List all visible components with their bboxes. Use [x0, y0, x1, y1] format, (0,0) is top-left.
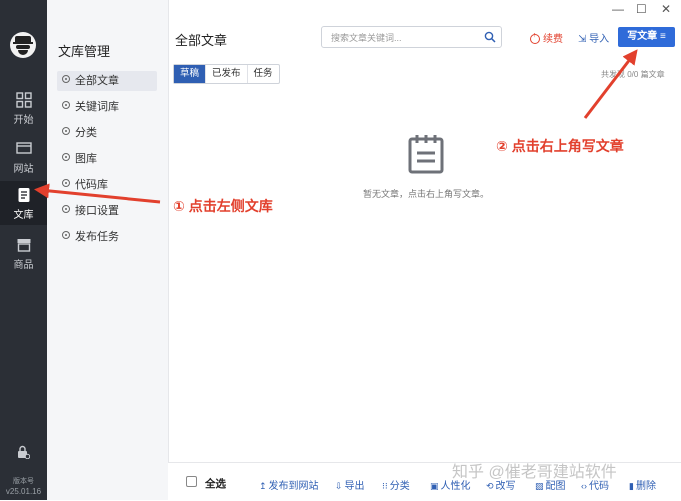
add-images-button[interactable]: ▨ 配图: [535, 477, 566, 492]
right-arrow: [583, 49, 638, 119]
sidebar-item-label: 关键词库: [75, 101, 119, 113]
import-button[interactable]: ⇲ 导入: [578, 30, 609, 45]
rail-item-label: 开始: [13, 115, 34, 126]
tab-tasks[interactable]: 任务: [248, 65, 279, 83]
rail-item-website[interactable]: 网站: [0, 135, 47, 179]
rail-item-label: 网站: [13, 164, 34, 175]
article-count: 共发现 0/0 篇文章: [601, 70, 665, 79]
sidebar-item-categories[interactable]: 分类: [57, 123, 157, 143]
lock-icon[interactable]: [16, 445, 30, 459]
rail-item-start[interactable]: 开始: [0, 86, 47, 130]
status-tabs: 草稿 已发布 任务: [173, 64, 280, 84]
humanize-button[interactable]: ▣ 人性化: [430, 477, 471, 492]
sidebar-item-label: 发布任务: [75, 231, 119, 243]
rail-item-label: 文库: [13, 210, 34, 221]
sidebar-item-all-articles[interactable]: 全部文章: [57, 71, 157, 91]
action-label: 人性化: [440, 481, 471, 492]
select-all-checkbox[interactable]: [186, 476, 197, 487]
sidebar-item-gallery[interactable]: 图库: [57, 149, 157, 169]
humanize-icon: ▣: [430, 481, 439, 491]
radio-dot-icon: [62, 153, 70, 161]
export-icon: ⇩: [335, 481, 343, 491]
close-button[interactable]: ✕: [661, 2, 671, 16]
radio-dot-icon: [62, 127, 70, 135]
radio-dot-icon: [62, 205, 70, 213]
app-rail: 开始 网站 文库 商品 版本号 v25.01.16: [0, 0, 47, 500]
trash-icon: ▮: [629, 481, 634, 491]
radio-dot-icon: [62, 231, 70, 239]
renew-label: 续费: [543, 34, 563, 45]
write-article-label: 写文章: [627, 31, 658, 42]
action-label: 改写: [495, 481, 516, 492]
tab-drafts[interactable]: 草稿: [174, 65, 207, 83]
category-icon: ⁝⁝: [382, 481, 388, 491]
publish-to-site-button[interactable]: ↥ 发布到网站: [259, 477, 319, 492]
sidebar-item-label: 分类: [75, 127, 97, 139]
grid-icon: [15, 92, 32, 108]
action-label: 导出: [344, 481, 365, 492]
lines-icon: ≡: [659, 31, 666, 42]
search-input[interactable]: [329, 28, 483, 48]
sidebar-item-publish-tasks[interactable]: 发布任务: [57, 227, 157, 247]
image-icon: ▨: [535, 481, 544, 491]
action-label: 配图: [545, 481, 566, 492]
bulk-action-bar: 全选 ↥ 发布到网站 ⇩ 导出 ⁝⁝ 分类 ▣ 人性化 ⟲ 改写 ▨ 配图 ‹› 代码 ▮ 删除: [168, 462, 681, 501]
sidebar-item-label: 全部文章: [75, 75, 119, 87]
app-logo: [10, 32, 36, 58]
tab-published[interactable]: 已发布: [206, 65, 248, 83]
rewrite-icon: ⟲: [486, 481, 494, 491]
renew-button[interactable]: 续费: [530, 30, 563, 45]
minimize-button[interactable]: —: [612, 2, 624, 16]
code-button[interactable]: ‹› 代码: [581, 477, 609, 492]
rail-item-library[interactable]: 文库: [0, 181, 47, 225]
select-all-label: 全选: [205, 478, 226, 490]
delete-button[interactable]: ▮ 删除: [629, 477, 656, 492]
publish-icon: ↥: [259, 481, 267, 491]
store-icon: [17, 239, 30, 252]
radio-dot-icon: [62, 75, 70, 83]
sidebar-item-label: 代码库: [75, 179, 108, 191]
library-sidebar: 文库管理 全部文章 关键词库 分类 图库 代码库 接口设置 发布任务: [47, 0, 169, 500]
version-label: 版本号: [13, 478, 34, 485]
document-icon: [18, 188, 29, 202]
radio-dot-icon: [62, 179, 70, 187]
sidebar-item-keywords[interactable]: 关键词库: [57, 97, 157, 117]
export-button[interactable]: ⇩ 导出: [335, 477, 365, 492]
rail-item-label: 商品: [13, 260, 34, 271]
annotation-step-2: ② 点击右上角写文章: [496, 138, 624, 154]
rewrite-button[interactable]: ⟲ 改写: [486, 477, 516, 492]
sidebar-item-code-library[interactable]: 代码库: [57, 175, 157, 195]
action-label: 删除: [635, 481, 656, 492]
page-title: 全部文章: [175, 33, 228, 48]
radio-dot-icon: [62, 101, 70, 109]
import-label: 导入: [589, 34, 610, 45]
action-label: 分类: [389, 481, 410, 492]
action-label: 发布到网站: [268, 481, 319, 492]
sidebar-item-label: 图库: [75, 153, 97, 165]
maximize-button[interactable]: ☐: [636, 2, 647, 16]
empty-notepad-icon: [408, 135, 444, 174]
upgrade-icon: [530, 32, 540, 44]
version-number: v25.01.16: [5, 487, 42, 496]
annotation-step-1: ① 点击左侧文库: [173, 198, 273, 214]
monitor-icon: [15, 142, 32, 154]
empty-state-message: 暂无文章，点击右上角写文章。: [362, 189, 489, 199]
sidebar-item-label: 接口设置: [75, 205, 119, 217]
sidebar-title: 文库管理: [58, 44, 111, 59]
rail-item-products[interactable]: 商品: [0, 231, 47, 275]
write-article-button[interactable]: 写文章 ≡: [618, 27, 675, 47]
import-icon: ⇲: [578, 34, 590, 45]
categorize-button[interactable]: ⁝⁝ 分类: [382, 477, 410, 492]
search-icon[interactable]: [484, 31, 496, 43]
action-label: 代码: [589, 481, 609, 492]
sidebar-item-api-settings[interactable]: 接口设置: [57, 201, 157, 221]
search-box: [321, 26, 502, 48]
code-icon: ‹›: [581, 481, 587, 491]
